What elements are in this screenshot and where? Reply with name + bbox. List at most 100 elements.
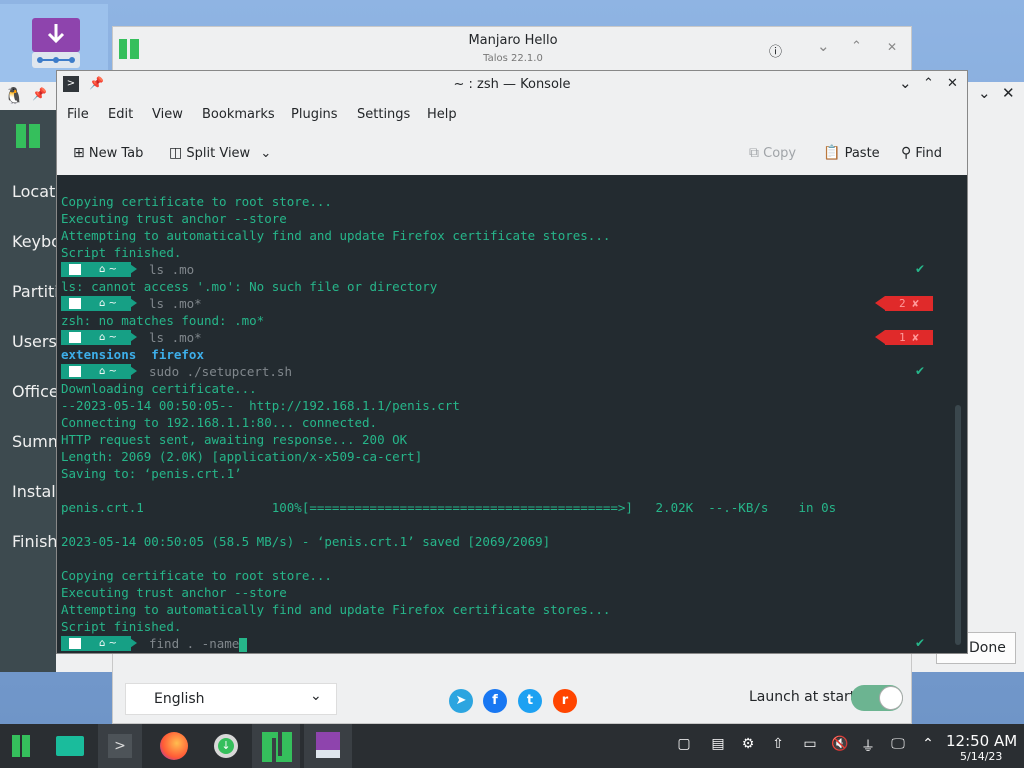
twitter-icon[interactable]: t xyxy=(518,689,542,713)
chevron-down-icon[interactable]: ⌄ xyxy=(817,37,830,55)
output-line: Executing trust anchor --store xyxy=(61,211,287,226)
terminal-scrollbar[interactable] xyxy=(955,405,961,645)
shell-prompt: ⌂ ~ xyxy=(61,262,139,277)
output-line: Saving to: ‘penis.crt.1’ xyxy=(61,466,242,481)
command-text: ls .mo* xyxy=(149,296,202,311)
monitor-icon[interactable]: 🖵 xyxy=(888,736,908,752)
copy-label: Copy xyxy=(763,146,797,161)
status-ok-icon: ✔ xyxy=(915,262,926,276)
language-select[interactable]: English ⌄ xyxy=(125,683,337,715)
close-icon[interactable]: ✕ xyxy=(947,76,958,91)
home-icon: ⌂ ~ xyxy=(99,332,117,343)
language-value: English xyxy=(154,691,205,707)
output-line: Attempting to automatically find and upd… xyxy=(61,602,611,617)
reddit-icon[interactable]: r xyxy=(553,689,577,713)
output-line: Script finished. xyxy=(61,619,182,634)
application-launcher[interactable] xyxy=(0,724,44,768)
mute-icon[interactable]: 🔇 xyxy=(830,736,850,752)
installer-sidebar: Locati Keybo Partiti Users Office Summ I… xyxy=(0,110,63,672)
update-icon[interactable]: ↓ xyxy=(204,724,248,768)
usb-icon[interactable]: ⏚ xyxy=(858,736,878,756)
manjaro-hello-icon[interactable] xyxy=(252,724,300,768)
installer-icon[interactable] xyxy=(304,724,352,768)
status-ok-icon: ✔ xyxy=(915,636,926,650)
find-button[interactable]: ⚲ Find xyxy=(901,145,942,161)
notes-icon[interactable]: ▤ xyxy=(708,736,728,752)
konsole-titlebar: > 📌 ~ : zsh — Konsole ⌄ ⌃ ✕ xyxy=(57,71,967,99)
output-line: ls: cannot access '.mo': No such file or… xyxy=(61,279,438,294)
installer-app-icon: 🐧 xyxy=(4,86,24,105)
clock-time[interactable]: 12:50 AM xyxy=(946,732,1017,750)
output-line: Connecting to 192.168.1.1:80... connecte… xyxy=(61,415,378,430)
output-line: 2023-05-14 00:50:05 (58.5 MB/s) - ‘penis… xyxy=(61,534,551,549)
new-tab-button[interactable]: ⊞ New Tab xyxy=(73,145,143,161)
chevron-down-icon[interactable]: ⌄ xyxy=(899,74,912,92)
info-icon[interactable]: ⓘ xyxy=(769,41,782,60)
chevron-down-icon: ⌄ xyxy=(260,146,272,161)
shell-prompt: ⌂ ~ xyxy=(61,364,139,379)
menu-settings[interactable]: Settings xyxy=(357,107,410,122)
pin-icon[interactable]: 📌 xyxy=(32,87,47,101)
launch-at-start-toggle[interactable] xyxy=(851,685,903,711)
paste-button[interactable]: 📋 Paste xyxy=(823,145,880,161)
sidebar-item-office: Office xyxy=(12,382,59,401)
chevron-up-icon[interactable]: ⌃ xyxy=(851,39,862,54)
menu-edit[interactable]: Edit xyxy=(108,107,133,122)
window-title: Manjaro Hello xyxy=(468,33,558,48)
output-line: Copying certificate to root store... xyxy=(61,194,332,209)
home-icon: ⌂ ~ xyxy=(99,264,117,275)
split-view-button[interactable]: ◫ Split View ⌄ xyxy=(169,145,271,161)
chevron-up-icon[interactable]: ⌃ xyxy=(918,736,938,752)
chevron-down-icon: ⌄ xyxy=(310,688,322,704)
clock-date[interactable]: 5/14/23 xyxy=(960,750,1002,763)
output-line: Length: 2069 (2.0K) [application/x-x509-… xyxy=(61,449,423,464)
chevron-up-icon[interactable]: ⌃ xyxy=(923,76,934,91)
text-cursor xyxy=(239,637,248,652)
firefox-icon[interactable] xyxy=(152,724,196,768)
menu-help[interactable]: Help xyxy=(427,107,457,122)
output-line: Downloading certificate... xyxy=(61,381,257,396)
menu-file[interactable]: File xyxy=(67,107,89,122)
output-line: Script finished. xyxy=(61,245,182,260)
close-icon[interactable]: ✕ xyxy=(1002,84,1015,102)
shell-prompt: ⌂ ~ xyxy=(61,296,139,311)
menu-plugins[interactable]: Plugins xyxy=(291,107,338,122)
shell-prompt: ⌂ ~ xyxy=(61,330,139,345)
file-manager-icon[interactable] xyxy=(48,724,92,768)
show-desktop-icon[interactable]: ▢ xyxy=(674,736,694,752)
search-icon: ⚲ xyxy=(901,145,912,161)
menu-view[interactable]: View xyxy=(152,107,183,122)
paste-icon: 📋 xyxy=(823,145,841,161)
home-icon: ⌂ ~ xyxy=(99,366,117,377)
menu-bookmarks[interactable]: Bookmarks xyxy=(202,107,275,122)
sidebar-item-install: Instal xyxy=(12,482,56,501)
home-icon: ⌂ ~ xyxy=(99,298,117,309)
manjaro-logo-icon xyxy=(69,638,81,649)
close-icon[interactable]: ✕ xyxy=(887,40,897,54)
telegram-icon[interactable]: ➤ xyxy=(449,689,473,713)
paste-label: Paste xyxy=(844,146,880,161)
toolbar: ⊞ New Tab ◫ Split View ⌄ ⧉ Copy 📋 Paste … xyxy=(57,135,967,175)
terminal-output[interactable]: Copying certificate to root store... Exec… xyxy=(57,175,967,653)
konsole-window: > 📌 ~ : zsh — Konsole ⌄ ⌃ ✕ File Edit Vi… xyxy=(56,70,968,654)
output-line: Executing trust anchor --store xyxy=(61,585,287,600)
shell-prompt: ⌂ ~ xyxy=(61,636,139,651)
facebook-icon[interactable]: f xyxy=(483,689,507,713)
copy-button[interactable]: ⧉ Copy xyxy=(749,145,796,161)
terminal-tray-icon[interactable]: ▭ xyxy=(800,736,820,752)
taskbar: > ↓ ▢ ▤ ⚙ ⇧ ▭ 🔇 ⏚ 🖵 ⌃ 12:50 AM 5/14/23 xyxy=(0,724,1024,768)
konsole-icon[interactable]: > xyxy=(98,724,142,768)
directory-listing: extensions firefox xyxy=(61,347,204,362)
manjaro-logo-icon xyxy=(16,124,40,148)
manjaro-logo-icon xyxy=(69,366,81,377)
output-line: penis.crt.1 100%[=======================… xyxy=(61,500,837,515)
exit-code-badge: 1 ✘ xyxy=(875,330,933,345)
upload-icon[interactable]: ⇧ xyxy=(768,736,788,752)
installer-icon xyxy=(32,18,80,68)
status-ok-icon: ✔ xyxy=(915,364,926,378)
sidebar-item-partitions: Partiti xyxy=(12,282,59,301)
network-share-icon[interactable]: ⚙ xyxy=(738,736,758,752)
split-view-label: Split View xyxy=(186,146,251,161)
chevron-down-icon[interactable]: ⌄ xyxy=(978,84,991,102)
window-subtitle: Talos 22.1.0 xyxy=(483,53,543,64)
